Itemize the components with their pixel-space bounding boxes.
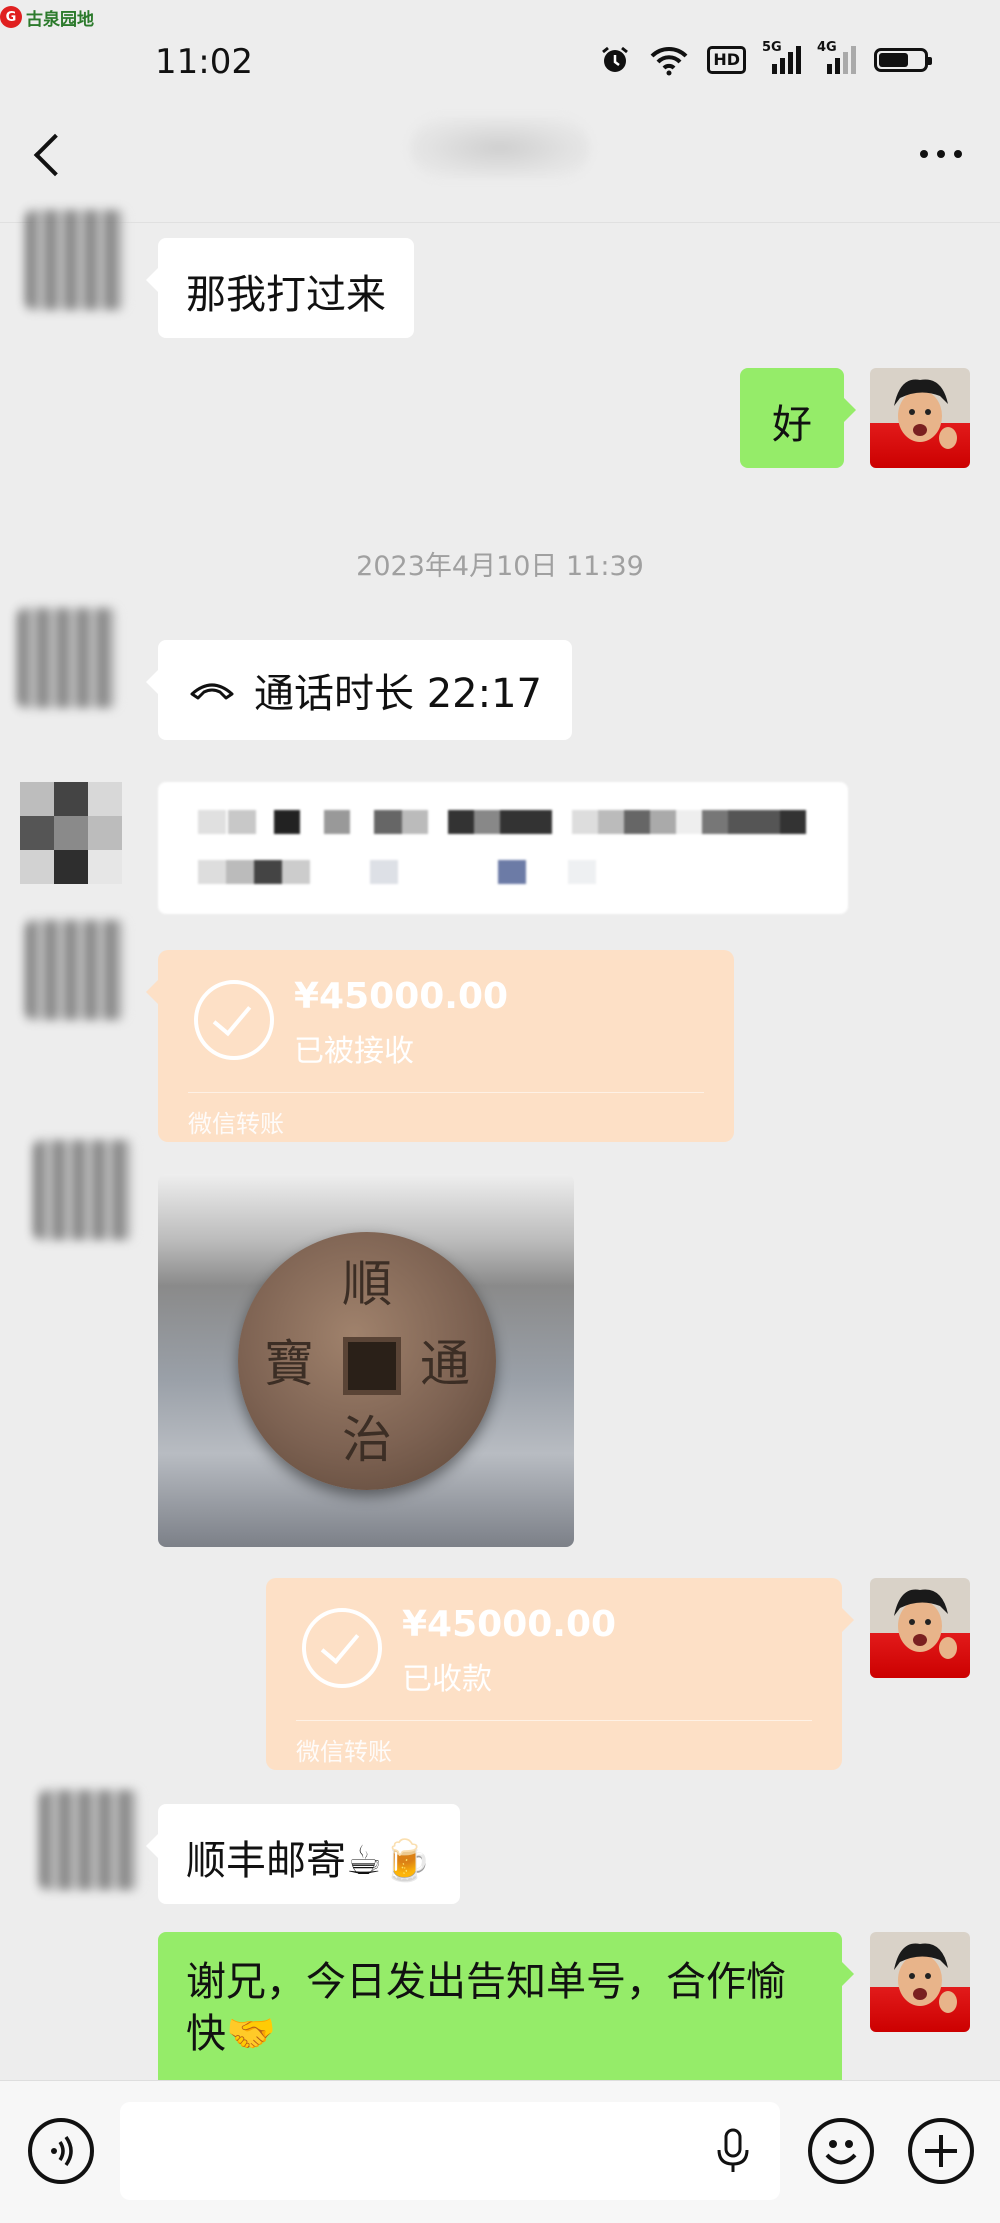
call-duration: 通话时长 22:17 [254, 671, 542, 717]
signal-5g-label: 5G [762, 40, 782, 55]
self-avatar-face-icon [894, 1589, 957, 1659]
back-arrow-icon[interactable] [33, 133, 77, 177]
timestamp: 2023年4月10日 11:39 [356, 551, 644, 582]
alarm-icon [602, 46, 629, 72]
coin-photo[interactable]: 順 治 通 寶 [158, 1174, 574, 1547]
voice-icon[interactable] [28, 2118, 94, 2184]
transfer-footer: 微信转账 [296, 1738, 392, 1766]
contact-avatar[interactable] [26, 210, 126, 310]
signal-4g-icon: 4G [817, 40, 856, 74]
transfer-amount: ¥45000.00 [402, 1604, 617, 1645]
header-divider [0, 222, 1000, 223]
check-circle-icon [194, 980, 274, 1060]
mic-icon[interactable] [715, 2128, 751, 2176]
battery-icon [874, 48, 932, 72]
message-bubble-self[interactable]: 好 [740, 368, 856, 468]
contact-avatar[interactable] [18, 608, 118, 708]
status-time: 11:02 [155, 42, 253, 82]
transfer-footer: 微信转账 [188, 1110, 284, 1138]
message-text: 好 [772, 402, 812, 448]
transfer-divider [296, 1720, 812, 1721]
coin-image: 順 治 通 寶 [238, 1232, 496, 1490]
transfer-card[interactable]: ¥45000.00 已被接收 微信转账 [146, 950, 734, 1142]
pixelated-avatar [20, 782, 130, 892]
watermark: G 古泉园地 [0, 4, 94, 30]
watermark-text: 古泉园地 [26, 9, 94, 30]
phone-icon [190, 683, 234, 700]
transfer-card-self[interactable]: ¥45000.00 已收款 微信转账 [266, 1578, 854, 1770]
self-avatar[interactable] [870, 1578, 970, 1678]
message-text: 谢兄，今日发出告知单号，合作愉快🤝 [186, 1959, 786, 2057]
emoji-icon[interactable] [808, 2118, 874, 2184]
watermark-logo-icon: G [0, 6, 22, 28]
hd-icon: HD [707, 46, 746, 74]
self-avatar-face-icon [894, 379, 957, 449]
coin-char-bottom: 治 [342, 1411, 392, 1469]
self-avatar-face-icon [894, 1943, 957, 2013]
signal-5g-icon: 5G [762, 40, 801, 74]
message-bubble[interactable]: 顺丰邮寄☕🍺 [146, 1804, 460, 1904]
coin-char-left: 寶 [264, 1335, 314, 1393]
coin-char-top: 順 [342, 1255, 392, 1313]
contact-avatar[interactable] [34, 1140, 134, 1240]
message-text: 那我打过来 [186, 272, 386, 318]
chat-title [410, 118, 590, 178]
message-bubble-self[interactable]: 谢兄，今日发出告知单号，合作愉快🤝 [158, 1932, 854, 2080]
message-text: 顺丰邮寄☕🍺 [186, 1838, 432, 1884]
self-avatar[interactable] [870, 1932, 970, 2032]
hd-label: HD [713, 50, 740, 69]
check-circle-icon [302, 1608, 382, 1688]
transfer-divider [188, 1092, 704, 1093]
status-icons: HD 5G 4G [599, 40, 932, 76]
transfer-status: 已收款 [402, 1662, 492, 1697]
wifi-icon [650, 46, 688, 76]
more-icon[interactable] [920, 150, 962, 158]
message-input[interactable] [120, 2102, 780, 2200]
self-avatar[interactable] [870, 368, 970, 468]
call-record-bubble[interactable]: 通话时长 22:17 [146, 640, 572, 740]
add-icon[interactable] [908, 2118, 974, 2184]
coin-hole [343, 1337, 401, 1395]
pixelated-message [158, 782, 848, 914]
signal-4g-label: 4G [817, 40, 837, 55]
transfer-status: 已被接收 [294, 1034, 414, 1069]
coin-char-right: 通 [420, 1335, 470, 1393]
contact-avatar[interactable] [40, 1790, 140, 1890]
contact-avatar[interactable] [26, 920, 126, 1020]
message-bubble[interactable]: 那我打过来 [146, 238, 414, 338]
transfer-amount: ¥45000.00 [294, 976, 509, 1017]
